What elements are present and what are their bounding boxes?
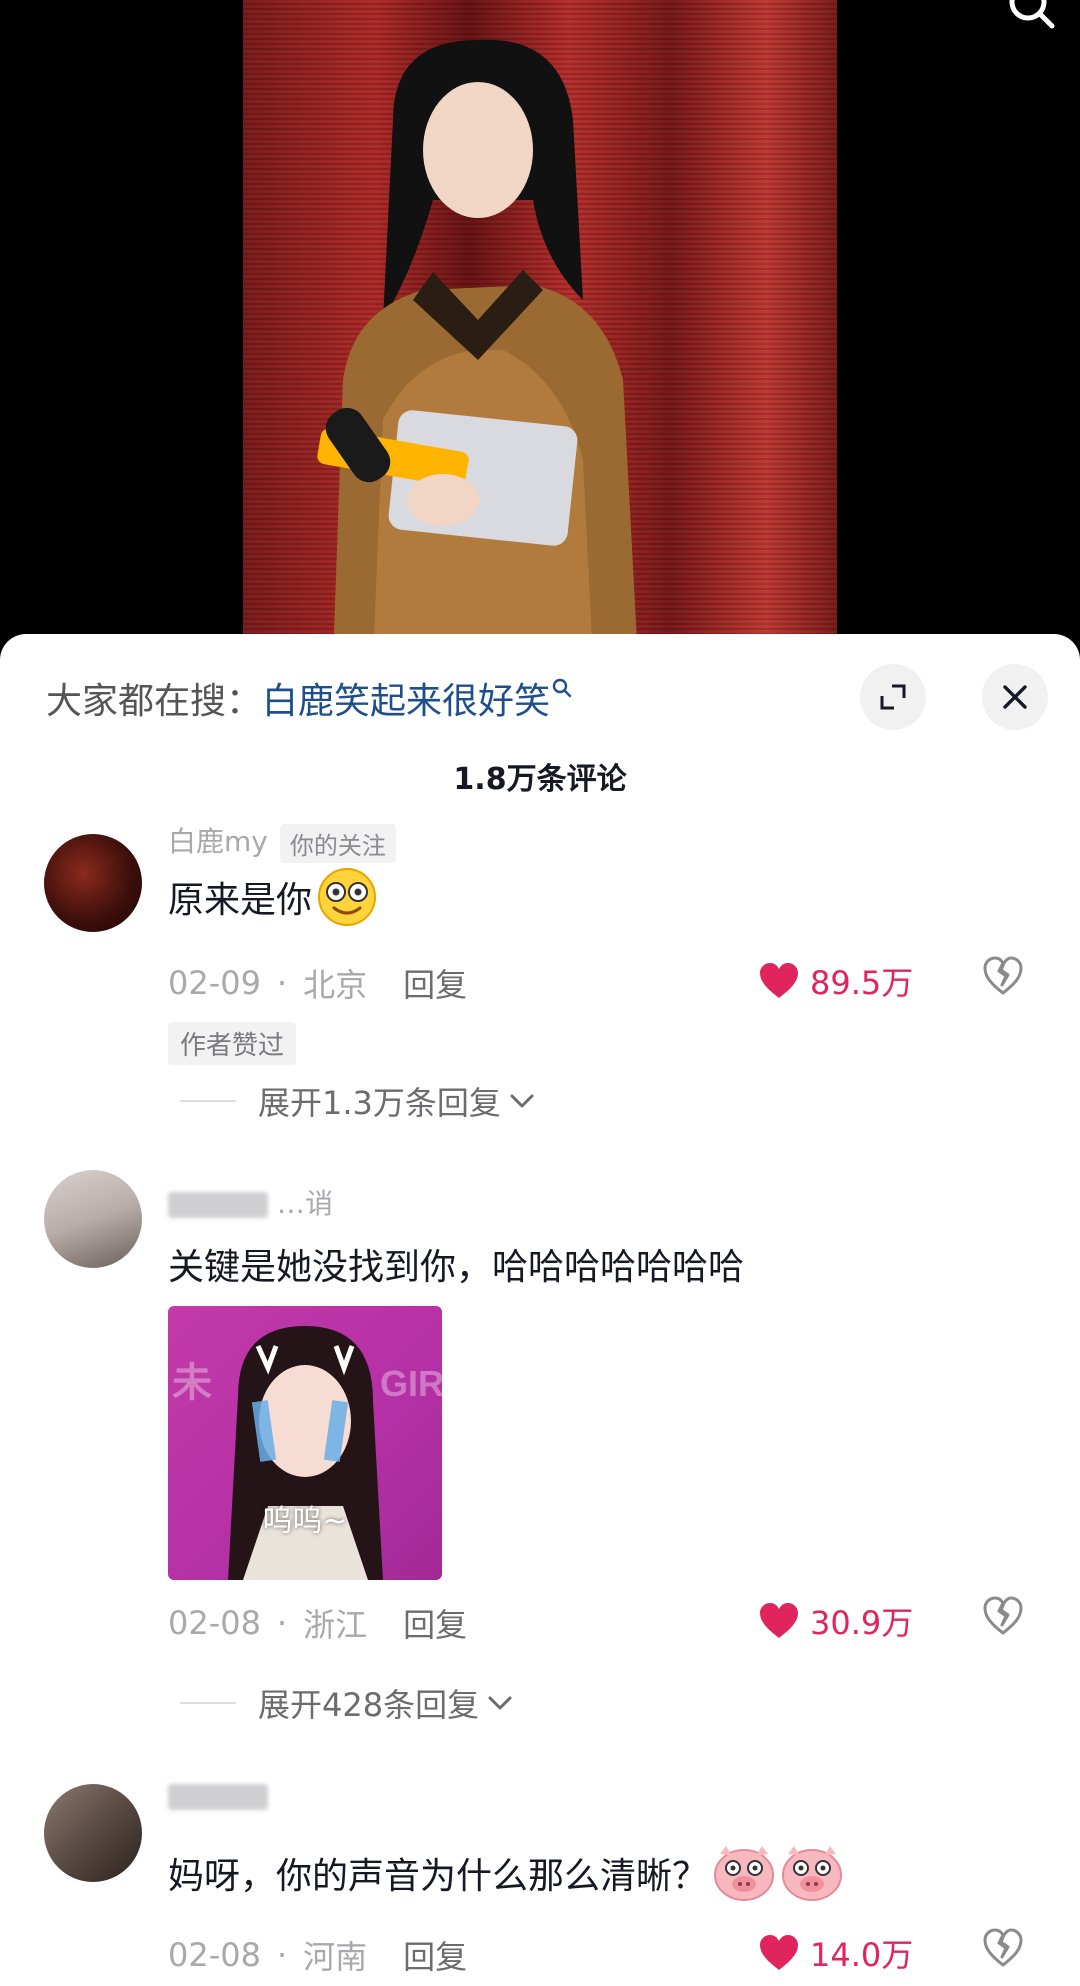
comment-meta: 02-08 · 河南 回复 xyxy=(168,1932,467,1978)
comment-text-content: 妈呀，你的声音为什么那么清晰？ xyxy=(168,1856,709,1897)
heart-icon xyxy=(760,1935,798,1970)
comment-text-content: 原来是你 xyxy=(168,880,313,921)
avatar[interactable] xyxy=(44,1170,142,1268)
comment-location: 北京 xyxy=(303,966,368,1004)
sticker-caption: 呜呜~ xyxy=(262,1504,348,1539)
comment-count: 1.8万条评论 xyxy=(453,762,627,797)
small-search-icon xyxy=(552,678,572,698)
like-count: 30.9万 xyxy=(810,1604,914,1642)
expand-button[interactable] xyxy=(860,664,926,730)
pig-face-emoji-icon xyxy=(714,1846,775,1901)
hot-search-term[interactable]: 白鹿笑起来很好笑 xyxy=(262,672,550,724)
expand-replies-button[interactable]: 展开428条回复 xyxy=(180,1680,513,1726)
expand-replies-button[interactable]: 展开1.3万条回复 xyxy=(180,1078,535,1124)
broken-heart-icon[interactable] xyxy=(982,956,1024,996)
like-button[interactable]: 14.0万 xyxy=(758,1930,913,1976)
comment-date: 02-09 xyxy=(168,964,261,1002)
like-button[interactable]: 30.9万 xyxy=(758,1598,913,1644)
video-person-image xyxy=(317,39,638,660)
expand-replies-label: 展开428条回复 xyxy=(258,1686,480,1724)
comment-username[interactable]: …诮 xyxy=(168,1182,333,1222)
like-button[interactable]: 89.5万 xyxy=(758,958,913,1004)
heart-icon xyxy=(760,963,798,998)
dazed-face-emoji-icon xyxy=(318,868,377,926)
chevron-down-icon xyxy=(488,1696,512,1710)
comment-text: 原来是你 xyxy=(168,866,378,928)
hot-search-prefix: 大家都在搜： xyxy=(46,681,263,722)
comment-text-content: 关键是她没找到你，哈哈哈哈哈哈哈 xyxy=(168,1247,745,1288)
avatar[interactable] xyxy=(44,834,142,932)
broken-heart-icon[interactable] xyxy=(982,1596,1024,1636)
hot-search-bar[interactable]: 大家都在搜： 白鹿笑起来很好笑 xyxy=(46,672,572,724)
username-text: 白鹿my xyxy=(168,825,268,858)
comment-text: 妈呀，你的声音为什么那么清晰？ xyxy=(168,1844,844,1902)
follow-tag: 你的关注 xyxy=(279,823,396,863)
username-text: …诮 xyxy=(276,1187,333,1220)
svg-text:GIR: GIR xyxy=(380,1363,442,1404)
reply-button[interactable]: 回复 xyxy=(403,1600,467,1646)
like-count: 89.5万 xyxy=(810,964,914,1002)
video-player[interactable] xyxy=(0,0,1080,660)
comment-date: 02-08 xyxy=(168,1604,261,1642)
like-count: 14.0万 xyxy=(810,1936,914,1974)
expand-icon xyxy=(880,684,906,710)
comment-meta: 02-08 · 浙江 回复 xyxy=(168,1600,467,1646)
comment-meta: 02-09 · 北京 回复 xyxy=(168,960,467,1006)
close-button[interactable] xyxy=(982,664,1048,730)
svg-text:未: 未 xyxy=(172,1361,212,1405)
comment-text: 关键是她没找到你，哈哈哈哈哈哈哈 xyxy=(168,1238,744,1290)
video-frame xyxy=(243,0,837,660)
close-icon xyxy=(1003,685,1027,709)
comment-username[interactable]: 白鹿my 你的关注 xyxy=(168,820,396,863)
comment-location: 浙江 xyxy=(303,1606,368,1644)
expand-replies-label: 展开1.3万条回复 xyxy=(258,1084,501,1122)
comment-date: 02-08 xyxy=(168,1936,261,1974)
comment-sheet: 大家都在搜： 白鹿笑起来很好笑 1.8万条评论 白鹿my 你的关注 原来是你 0… xyxy=(0,634,1080,1986)
reply-button[interactable]: 回复 xyxy=(403,960,467,1006)
chevron-down-icon xyxy=(510,1094,534,1108)
comment-sticker-image[interactable]: 未 GIR 呜呜~ xyxy=(168,1306,442,1580)
reply-button[interactable]: 回复 xyxy=(403,1932,467,1978)
author-liked-badge: 作者赞过 xyxy=(168,1022,297,1065)
avatar[interactable] xyxy=(44,1784,142,1882)
heart-icon xyxy=(760,1603,798,1638)
comment-location: 河南 xyxy=(303,1938,368,1976)
comment-username[interactable] xyxy=(168,1784,268,1817)
pig-face-emoji-icon xyxy=(782,1846,843,1901)
search-icon[interactable] xyxy=(1006,0,1056,30)
broken-heart-icon[interactable] xyxy=(982,1928,1024,1968)
